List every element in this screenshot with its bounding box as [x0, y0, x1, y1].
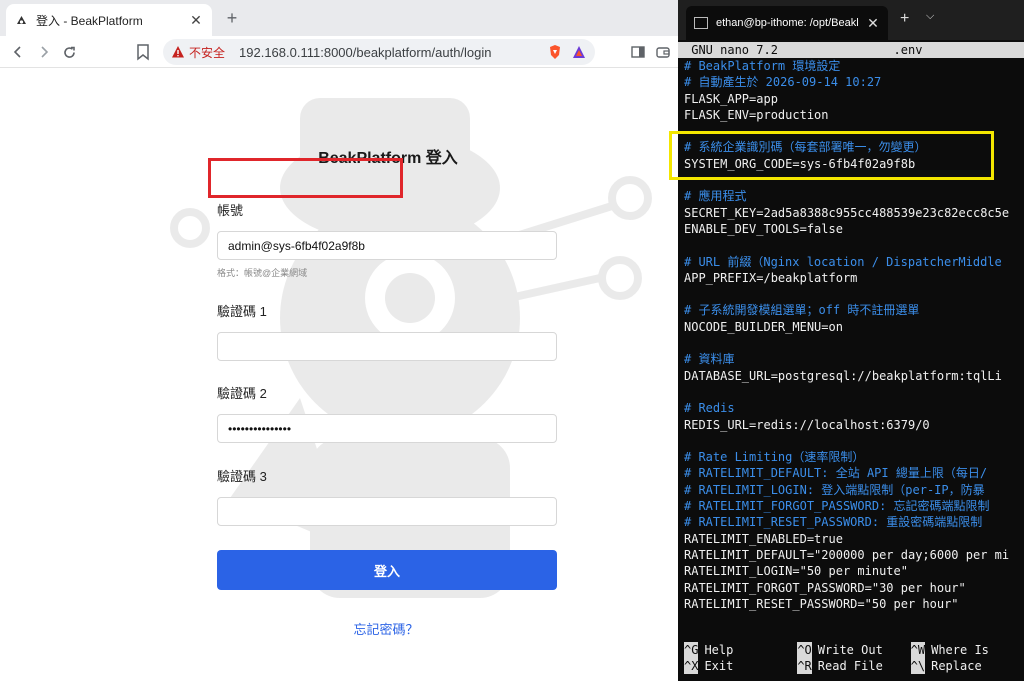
nano-line[interactable]: FLASK_APP=app	[684, 91, 1024, 107]
brave-shield-icon[interactable]	[547, 44, 563, 60]
nano-line[interactable]: # URL 前綴（Nginx location / DispatcherMidd…	[684, 254, 1024, 270]
favicon-icon	[14, 13, 28, 27]
forward-icon[interactable]	[34, 42, 54, 62]
nano-line[interactable]: # 應用程式	[684, 188, 1024, 204]
shortcut-key: ^O	[797, 642, 812, 658]
nano-line[interactable]	[684, 286, 1024, 302]
nano-line[interactable]: RATELIMIT_DEFAULT="200000 per day;6000 p…	[684, 547, 1024, 563]
account-label: 帳號	[217, 203, 244, 218]
shortcut-label: Read File	[817, 659, 883, 673]
browser-window: 登入 - BeakPlatform ✕ + 不安全 192.168.0.111:…	[0, 0, 678, 681]
shortcut-item[interactable]: ^G Help	[684, 642, 797, 658]
terminal-tabstrip: ethan@bp-ithome: /opt/Beakl ✕ + ⌵	[678, 0, 1024, 40]
nano-line[interactable]: SECRET_KEY=2ad5a8388c955cc488539e23c82ec…	[684, 205, 1024, 221]
tab-close-icon[interactable]: ✕	[188, 12, 204, 29]
nano-header: GNU nano 7.2 .env	[678, 42, 1024, 58]
account-input[interactable]: admin@sys-6fb4f02a9f8b	[217, 231, 557, 260]
code2-label: 驗證碼 2	[217, 386, 267, 401]
nano-line[interactable]	[684, 433, 1024, 449]
terminal-window: ethan@bp-ithome: /opt/Beakl ✕ + ⌵ GNU na…	[678, 0, 1024, 681]
account-hint: 格式：帳號@企業網域	[217, 268, 308, 278]
org-code-highlight-box	[669, 131, 994, 180]
terminal-tab-close-icon[interactable]: ✕	[866, 15, 880, 32]
shortcut-item[interactable]: ^R Read File	[797, 658, 910, 674]
nano-line[interactable]: RATELIMIT_RESET_PASSWORD="50 per hour"	[684, 596, 1024, 612]
shortcut-item[interactable]: ^W Where Is	[910, 642, 1024, 658]
nano-line[interactable]	[684, 237, 1024, 253]
nano-line[interactable]: RATELIMIT_LOGIN="50 per minute"	[684, 563, 1024, 579]
nano-line[interactable]: NOCODE_BUILDER_MENU=on	[684, 319, 1024, 335]
shortcut-item[interactable]: ^O Write Out	[797, 642, 910, 658]
nano-line[interactable]: DATABASE_URL=postgresql://beakplatform:t…	[684, 368, 1024, 384]
bookmark-icon[interactable]	[135, 43, 153, 61]
nano-line[interactable]: REDIS_URL=redis://localhost:6379/0	[684, 417, 1024, 433]
browser-tab-active[interactable]: 登入 - BeakPlatform ✕	[6, 4, 212, 36]
nano-line[interactable]: FLASK_ENV=production	[684, 107, 1024, 123]
nano-line[interactable]: # 自動產生於 2026-09-14 10:27	[684, 74, 1024, 90]
forgot-password-link[interactable]: 忘記密碼？	[0, 619, 678, 638]
new-tab-button[interactable]: +	[222, 8, 242, 28]
url-text[interactable]: 192.168.0.111:8000/beakplatform/auth/log…	[239, 45, 547, 60]
terminal-dropdown-icon[interactable]: ⌵	[926, 10, 934, 23]
nano-line[interactable]: # Rate Limiting（速率限制）	[684, 449, 1024, 465]
reload-icon[interactable]	[59, 42, 79, 62]
terminal-tab-active[interactable]: ethan@bp-ithome: /opt/Beakl ✕	[686, 6, 888, 40]
code1-input[interactable]	[217, 332, 557, 361]
nano-line[interactable]: # 資料庫	[684, 351, 1024, 367]
shortcut-item[interactable]: ^\ Replace	[910, 658, 1024, 674]
shortcut-key: ^G	[684, 642, 699, 658]
shortcut-item[interactable]: ^X Exit	[684, 658, 797, 674]
nano-line[interactable]: RATELIMIT_FORGOT_PASSWORD="30 per hour"	[684, 580, 1024, 596]
shortcut-label: Where Is	[931, 643, 989, 657]
nano-shortcut-bar: ^G Help ^O Write Out ^W Where Is ^X Exit ^R Read …	[684, 642, 1024, 674]
shortcut-key: ^R	[797, 658, 812, 674]
shortcut-row: ^X Exit ^R Read File ^\ Replace	[684, 658, 1024, 674]
wallet-icon[interactable]	[655, 44, 671, 60]
shortcut-key: ^\	[910, 658, 926, 674]
nano-line[interactable]: # BeakPlatform 環境設定	[684, 58, 1024, 74]
shortcut-row: ^G Help ^O Write Out ^W Where Is	[684, 642, 1024, 658]
sidebar-icon[interactable]	[630, 44, 646, 60]
shortcut-label: Replace	[931, 659, 982, 673]
nano-line[interactable]: APP_PREFIX=/beakplatform	[684, 270, 1024, 286]
terminal-tab-title: ethan@bp-ithome: /opt/Beakl	[716, 17, 859, 29]
warning-icon[interactable]	[171, 45, 185, 59]
browser-toolbar: 不安全 192.168.0.111:8000/beakplatform/auth…	[0, 36, 678, 68]
terminal-new-tab-button[interactable]: +	[900, 10, 909, 28]
tab-title: 登入 - BeakPlatform	[36, 13, 143, 28]
shortcut-label: Help	[704, 643, 734, 657]
nano-line[interactable]: # RATELIMIT_RESET_PASSWORD: 重設密碼端點限制	[684, 514, 1024, 530]
nano-line[interactable]: # Redis	[684, 400, 1024, 416]
shortcut-key: ^W	[910, 642, 926, 658]
nano-line[interactable]: # RATELIMIT_LOGIN: 登入端點限制（per-IP，防暴	[684, 482, 1024, 498]
account-highlight-box	[208, 158, 403, 198]
nano-line[interactable]: # RATELIMIT_FORGOT_PASSWORD: 忘記密碼端點限制	[684, 498, 1024, 514]
terminal-icon	[694, 17, 708, 29]
code2-input[interactable]: •••••••••••••••	[217, 414, 557, 443]
code3-input[interactable]	[217, 497, 557, 526]
nano-line[interactable]: RATELIMIT_ENABLED=true	[684, 531, 1024, 547]
code1-label: 驗證碼 1	[217, 304, 267, 319]
login-button[interactable]: 登入	[217, 550, 557, 590]
shortcut-key: ^X	[684, 658, 699, 674]
nano-line[interactable]: # 子系統開發模組選單；off 時不註冊選單	[684, 302, 1024, 318]
address-bar[interactable]: 不安全 192.168.0.111:8000/beakplatform/auth…	[163, 39, 595, 65]
shortcut-label: Write Out	[817, 643, 883, 657]
nano-line[interactable]: # RATELIMIT_DEFAULT: 全站 API 總量上限（每日/	[684, 465, 1024, 481]
browser-tabstrip: 登入 - BeakPlatform ✕ +	[0, 0, 678, 36]
code3-label: 驗證碼 3	[217, 469, 267, 484]
not-secure-label[interactable]: 不安全	[189, 44, 225, 61]
shortcut-label: Exit	[704, 659, 734, 673]
back-icon[interactable]	[8, 42, 28, 62]
nano-line[interactable]	[684, 335, 1024, 351]
nano-line[interactable]: ENABLE_DEV_TOOLS=false	[684, 221, 1024, 237]
nano-line[interactable]	[684, 384, 1024, 400]
brave-rewards-icon[interactable]	[571, 44, 587, 60]
